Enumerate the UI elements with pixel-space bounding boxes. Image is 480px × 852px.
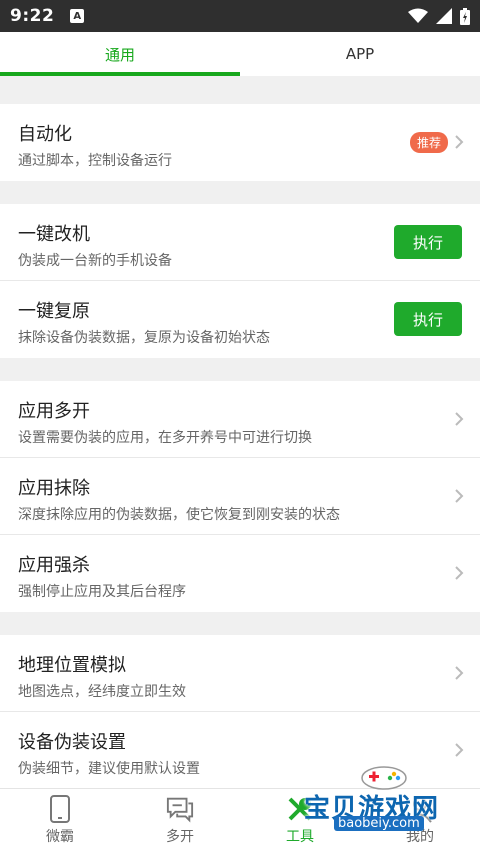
modify-title: 一键改机: [18, 224, 90, 245]
status-icons: [408, 7, 470, 25]
geo-subtitle: 地图选点，经纬度立即生效: [18, 684, 186, 700]
device-disguise-subtitle: 伪装细节，建议使用默认设置: [18, 761, 200, 777]
nav-label: 微霸: [46, 829, 74, 845]
restore-title: 一键复原: [18, 301, 90, 322]
geo-title: 地理位置模拟: [18, 655, 126, 676]
device-disguise-title: 设备伪装设置: [18, 732, 126, 753]
section-app-tools: 应用多开 设置需要伪装的应用，在多开养号中可进行切换 应用抹除 深度抹除应用的伪…: [0, 381, 480, 612]
section-device-reset: 一键改机 伪装成一台新的手机设备 执行 一键复原 抹除设备伪装数据，复原为设备初…: [0, 204, 480, 358]
restore-subtitle: 抹除设备伪装数据，复原为设备初始状态: [18, 330, 270, 346]
phone-icon: [46, 795, 74, 823]
chevron-right-icon: [455, 489, 464, 503]
top-tabs: 通用 APP: [0, 32, 480, 76]
wifi-icon: [408, 8, 428, 23]
section-automation: 自动化 通过脚本，控制设备运行 推荐: [0, 104, 480, 181]
restore-row: 一键复原 抹除设备伪装数据，复原为设备初始状态 执行: [0, 281, 480, 358]
chat-icon: [166, 795, 194, 823]
modify-subtitle: 伪装成一台新的手机设备: [18, 253, 172, 269]
status-bar: 9:22 A: [0, 0, 480, 32]
tab-app[interactable]: APP: [240, 32, 480, 76]
app-wipe-title: 应用抹除: [18, 478, 90, 499]
geo-row[interactable]: 地理位置模拟 地图选点，经纬度立即生效: [0, 635, 480, 712]
automation-subtitle: 通过脚本，控制设备运行: [18, 153, 172, 169]
app-wipe-subtitle: 深度抹除应用的伪装数据，使它恢复到刚安装的状态: [18, 507, 340, 523]
modify-row: 一键改机 伪装成一台新的手机设备 执行: [0, 204, 480, 281]
force-kill-title: 应用强杀: [18, 555, 90, 576]
nav-item-weiba[interactable]: 微霸: [0, 789, 120, 852]
chevron-right-icon: [455, 666, 464, 680]
force-kill-subtitle: 强制停止应用及其后台程序: [18, 584, 186, 600]
modify-execute-button[interactable]: 执行: [394, 225, 462, 259]
nav-item-multi[interactable]: 多开: [120, 789, 240, 852]
nav-label: 多开: [166, 829, 194, 845]
chevron-right-icon: [455, 743, 464, 757]
force-kill-row[interactable]: 应用强杀 强制停止应用及其后台程序: [0, 535, 480, 612]
recommend-badge: 推荐: [409, 132, 448, 153]
watermark-url: baobeiy.com: [334, 816, 424, 831]
app-wipe-row[interactable]: 应用抹除 深度抹除应用的伪装数据，使它恢复到刚安装的状态: [0, 458, 480, 535]
multi-open-title: 应用多开: [18, 401, 90, 422]
status-time: 9:22: [10, 6, 55, 26]
multi-open-subtitle: 设置需要伪装的应用，在多开养号中可进行切换: [18, 430, 312, 446]
watermark: 宝贝游戏网 baobeiy.com: [300, 760, 470, 831]
chevron-right-icon: [455, 566, 464, 580]
restore-execute-button[interactable]: 执行: [394, 302, 462, 336]
multi-open-row[interactable]: 应用多开 设置需要伪装的应用，在多开养号中可进行切换: [0, 381, 480, 458]
tab-general[interactable]: 通用: [0, 32, 240, 76]
battery-icon: [460, 7, 470, 25]
signal-icon: [436, 8, 452, 24]
chevron-right-icon: [455, 135, 464, 149]
notification-icon: A: [70, 9, 85, 23]
chevron-right-icon: [455, 412, 464, 426]
automation-row[interactable]: 自动化 通过脚本，控制设备运行 推荐: [0, 104, 480, 181]
automation-title: 自动化: [18, 124, 72, 145]
